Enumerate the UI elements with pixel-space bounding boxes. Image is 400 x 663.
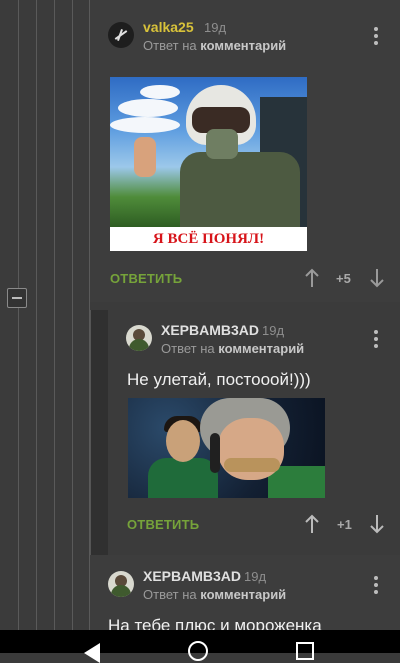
reply-prefix: Ответ на (143, 38, 197, 53)
home-icon[interactable] (188, 641, 208, 661)
nested-thread-bar (90, 310, 109, 555)
reply-to-line: Ответ на комментарий (161, 341, 304, 356)
avatar[interactable] (108, 22, 134, 48)
image-caption: Я ВСЁ ПОНЯЛ! (110, 227, 307, 251)
thread-lines (0, 0, 90, 630)
comment-age: 19д (204, 20, 227, 35)
comment-username[interactable]: XEPBAMB3AD (161, 322, 259, 338)
arrow-up-icon[interactable] (304, 268, 320, 288)
arrow-down-icon[interactable] (369, 514, 385, 534)
arrow-down-icon[interactable] (369, 268, 385, 288)
reply-target-link[interactable]: комментарий (200, 587, 286, 602)
arrow-up-icon[interactable] (304, 514, 320, 534)
recent-apps-icon[interactable] (296, 642, 314, 660)
comment-score: +1 (337, 517, 352, 532)
kebab-menu-icon[interactable] (374, 27, 378, 45)
back-icon[interactable] (84, 643, 100, 663)
reply-prefix: Ответ на (143, 587, 197, 602)
avatar[interactable] (108, 571, 134, 597)
kebab-menu-icon[interactable] (374, 330, 378, 348)
comment-age: 19д (244, 569, 267, 584)
comment-username[interactable]: XEPBAMB3AD (143, 568, 241, 584)
comment-username[interactable]: valka25 (143, 19, 194, 35)
comment-image-faces[interactable] (128, 398, 325, 498)
reply-target-link[interactable]: комментарий (200, 38, 286, 53)
comment-score: +5 (336, 271, 351, 286)
avatar[interactable] (126, 325, 152, 351)
reply-target-link[interactable]: комментарий (218, 341, 304, 356)
reply-to-line: Ответ на комментарий (143, 587, 286, 602)
reply-prefix: Ответ на (161, 341, 215, 356)
reply-to-line: Ответ на комментарий (143, 38, 286, 53)
reply-button[interactable]: ОТВЕТИТЬ (127, 517, 199, 532)
collapse-thread-icon[interactable] (7, 288, 27, 308)
comment-age: 19д (262, 323, 285, 338)
comment-text: Не улетай, постооой!))) (127, 370, 311, 389)
kebab-menu-icon[interactable] (374, 576, 378, 594)
reply-button[interactable]: ОТВЕТИТЬ (110, 271, 182, 286)
comment-image-pilot[interactable]: Я ВСЁ ПОНЯЛ! (110, 77, 307, 251)
